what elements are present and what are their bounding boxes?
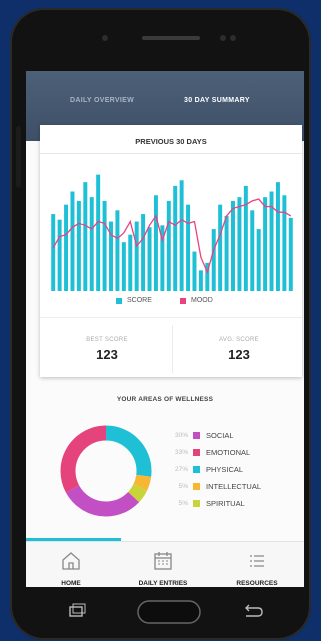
area-label: SOCIAL: [206, 431, 234, 440]
score-bar: [282, 195, 287, 291]
tab-daily-overview[interactable]: DAILY OVERVIEW: [70, 97, 134, 104]
recent-apps-icon[interactable]: [69, 603, 86, 617]
front-camera: [102, 35, 108, 41]
score-bar: [76, 200, 81, 291]
area-pct: 27%: [174, 466, 188, 473]
divider: [40, 153, 302, 154]
score-bar: [250, 210, 255, 291]
score-bar: [51, 214, 56, 291]
area-swatch: [193, 500, 200, 507]
divider: [172, 325, 173, 373]
bottom-nav: HOME DAILY ENTRIES RESOURCES: [26, 541, 304, 587]
sensor-dot: [230, 35, 236, 41]
nav-daily-entries-label: DAILY ENTRIES: [138, 580, 188, 587]
score-bar: [128, 234, 133, 291]
area-pct: 33%: [174, 449, 188, 456]
score-bar: [263, 197, 268, 291]
score-bar: [96, 174, 101, 291]
score-bar: [121, 242, 126, 291]
score-bar: [102, 200, 107, 291]
score-bar: [192, 251, 197, 291]
score-bar: [153, 195, 158, 291]
score-bar: [186, 204, 191, 291]
nav-resources-label: RESOURCES: [236, 580, 278, 587]
tab-30-day-summary[interactable]: 30 DAY SUMMARY: [184, 97, 250, 104]
summary-card: PREVIOUS 30 DAYS SCORE MOOD BEST SCORE 1…: [40, 125, 302, 377]
area-label: EMOTIONAL: [206, 448, 251, 457]
area-swatch: [193, 466, 200, 473]
area-row-intellectual: 5% INTELLECTUAL: [166, 482, 261, 491]
legend-mood-label: MOOD: [191, 297, 213, 304]
area-row-physical: 27% PHYSICAL: [166, 465, 243, 474]
area-swatch: [193, 432, 200, 439]
divider: [40, 317, 302, 318]
avg-score-label: AVG. SCORE: [219, 337, 259, 343]
area-pct: 30%: [174, 432, 188, 439]
nav-home-label: HOME: [61, 580, 81, 587]
score-mood-chart: [51, 174, 293, 291]
area-label: PHYSICAL: [206, 465, 244, 474]
area-row-spiritual: 5% SPIRITUAL: [166, 499, 245, 508]
best-score-value: 123: [96, 347, 118, 362]
score-bar: [147, 227, 152, 291]
score-bar: [166, 200, 171, 291]
score-bar: [70, 191, 75, 291]
area-label: SPIRITUAL: [206, 499, 245, 508]
area-row-emotional: 33% EMOTIONAL: [166, 448, 250, 457]
score-bar: [179, 180, 184, 291]
area-pct: 5%: [178, 483, 188, 490]
mood-line: [52, 198, 292, 275]
score-bar: [198, 270, 203, 291]
score-bar: [211, 229, 216, 291]
sensor-dot: [220, 35, 226, 41]
android-nav-bar: [69, 600, 263, 624]
score-bar: [64, 204, 69, 291]
area-row-social: 30% SOCIAL: [166, 431, 234, 440]
mood-swatch: [180, 297, 186, 304]
card-title: PREVIOUS 30 DAYS: [135, 137, 207, 146]
home-icon: [62, 552, 80, 570]
best-score-label: BEST SCORE: [86, 337, 128, 343]
volume-button: [16, 126, 21, 188]
score-bar: [231, 200, 235, 291]
score-bar: [275, 182, 280, 291]
areas-title: YOUR AREAS OF WELLNESS: [116, 396, 214, 403]
avg-score-value: 123: [228, 347, 250, 362]
score-bar: [218, 204, 223, 291]
earpiece-speaker: [142, 36, 200, 40]
score-bar: [134, 221, 139, 291]
app-screen: DAILY OVERVIEW 30 DAY SUMMARY PREVIOUS 3…: [26, 71, 304, 587]
score-swatch: [116, 297, 122, 304]
nav-daily-entries[interactable]: DAILY ENTRIES: [118, 542, 208, 587]
nav-home[interactable]: HOME: [26, 542, 116, 587]
score-bar: [288, 217, 293, 291]
score-bar: [237, 197, 242, 291]
area-swatch: [193, 483, 200, 490]
score-bar: [83, 182, 88, 291]
calendar-icon: [154, 552, 172, 570]
score-bar: [141, 214, 146, 291]
score-bar: [115, 210, 120, 291]
list-icon: [250, 555, 264, 567]
nav-resources[interactable]: RESOURCES: [212, 542, 302, 587]
score-bar: [256, 229, 261, 291]
wellness-donut-chart: [60, 425, 152, 517]
score-bar: [243, 185, 248, 291]
area-pct: 5%: [178, 500, 188, 507]
score-bar: [89, 197, 94, 291]
score-bar: [173, 185, 178, 291]
legend-score-label: SCORE: [127, 297, 152, 304]
legend-score: SCORE: [116, 297, 152, 304]
score-bar: [224, 215, 229, 291]
back-icon[interactable]: [245, 604, 263, 617]
legend-mood: MOOD: [180, 297, 213, 304]
area-label: INTELLECTUAL: [206, 482, 262, 491]
score-bar: [57, 219, 62, 291]
area-swatch: [193, 449, 200, 456]
home-hardware-button[interactable]: [137, 600, 201, 624]
